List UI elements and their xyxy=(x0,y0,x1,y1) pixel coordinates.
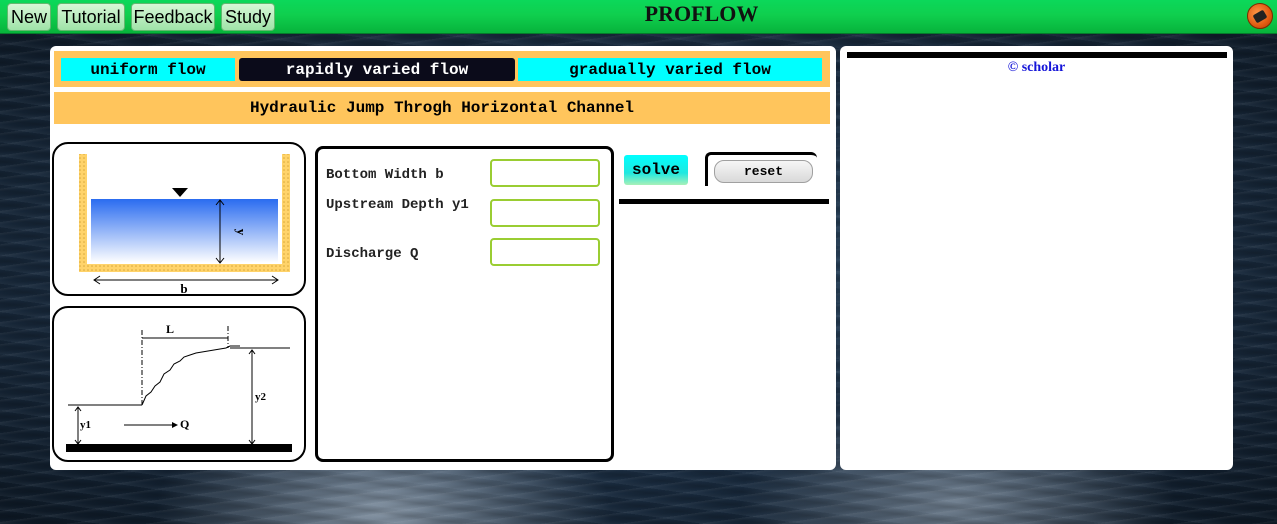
copyright-text: © scholar xyxy=(1007,60,1066,75)
calculator-panel: uniform flow rapidly varied flow gradual… xyxy=(50,46,836,470)
hydraulic-jump-diagram: L y1 y2 Q xyxy=(52,306,306,462)
y2-label: y2 xyxy=(255,391,267,403)
discharge-label: Q xyxy=(180,417,189,431)
logout-icon[interactable] xyxy=(1247,3,1273,29)
jump-profile xyxy=(141,345,240,406)
jump-svg: L y1 y2 Q xyxy=(66,322,292,452)
output-panel: © scholar xyxy=(840,46,1233,470)
reset-button[interactable]: reset xyxy=(714,160,813,183)
channel-floor xyxy=(66,444,292,452)
width-label: b xyxy=(180,281,187,294)
top-bar: New Tutorial Feedback Study PROFLOW xyxy=(0,0,1277,34)
bottom-width-input[interactable] xyxy=(490,159,600,187)
tab-uniform-flow[interactable]: uniform flow xyxy=(61,58,235,81)
depth-label: y xyxy=(234,229,249,236)
input-form: Bottom Width b Upstream Depth y1 Dischar… xyxy=(315,146,614,462)
title-wrap: PROFLOW xyxy=(0,0,1277,34)
logout-glyph xyxy=(1252,9,1268,24)
water-surface-marker-icon xyxy=(172,188,188,197)
tab-rapidly-varied-flow[interactable]: rapidly varied flow xyxy=(239,58,515,81)
right-wall xyxy=(282,154,290,272)
channel-bed xyxy=(79,264,290,272)
channel-cross-section-diagram: y b xyxy=(52,142,306,296)
upstream-depth-label: Upstream Depth y1 xyxy=(326,197,469,213)
tab-strip: uniform flow rapidly varied flow gradual… xyxy=(54,51,830,87)
result-divider xyxy=(619,199,829,204)
upstream-depth-input[interactable] xyxy=(490,199,600,227)
y1-label: y1 xyxy=(80,419,91,431)
left-wall xyxy=(79,154,87,272)
solve-button[interactable]: solve xyxy=(624,155,688,185)
cross-section-svg: y b xyxy=(79,154,290,294)
app-title: PROFLOW xyxy=(644,1,759,26)
length-label: L xyxy=(166,322,174,336)
discharge-input[interactable] xyxy=(490,238,600,266)
output-top-bar xyxy=(847,52,1227,58)
bottom-width-label: Bottom Width b xyxy=(326,167,444,183)
tab-gradually-varied-flow[interactable]: gradually varied flow xyxy=(518,58,822,81)
discharge-label: Discharge Q xyxy=(326,246,419,262)
page-heading: Hydraulic Jump Throgh Horizontal Channel xyxy=(54,92,830,124)
